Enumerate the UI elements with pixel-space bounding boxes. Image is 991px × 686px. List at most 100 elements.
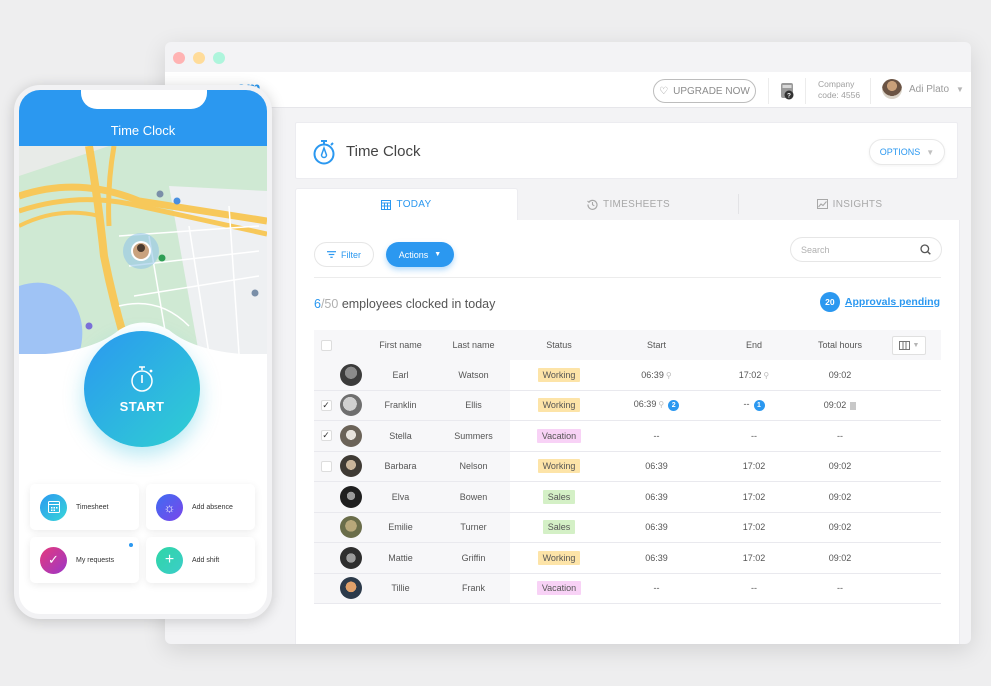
table-row[interactable]: ✓ Stella Summers Vacation -- -- -- (314, 421, 941, 452)
quick-action-add-shift[interactable]: + Add shift (146, 537, 255, 583)
tab-today[interactable]: TODAY (295, 188, 518, 220)
end-time: 17:02 (742, 461, 766, 472)
options-button[interactable]: OPTIONS ▼ (869, 139, 945, 165)
table-row[interactable]: Barbara Nelson Working 06:39 17:02 09:02 (314, 451, 941, 482)
column-picker-button[interactable]: ▼ (892, 335, 926, 355)
start-clock-button[interactable]: START (84, 331, 200, 447)
search-box[interactable] (790, 237, 942, 262)
tab-insights[interactable]: INSIGHTS (739, 188, 960, 220)
table-row[interactable]: ✓ Franklin Ellis Working 06:39 ⚲ 2 -- 1 09:02 (314, 390, 941, 421)
total-hours: 09:02 (823, 400, 847, 411)
search-input[interactable] (801, 244, 920, 255)
avatar (340, 577, 362, 600)
columns-icon (898, 340, 910, 350)
calendar-icon (40, 493, 67, 521)
total-hours: -- (837, 430, 843, 441)
quick-action-label: Timesheet (76, 503, 109, 511)
start-time: 06:39 (641, 369, 664, 380)
browser-window: am ♡ UPGRADE NOW ? Company code: 4556 Ad… (165, 42, 971, 644)
page-title-card: Time Clock OPTIONS ▼ (295, 122, 958, 179)
close-window-button[interactable] (173, 52, 185, 64)
quick-action-add-absence[interactable]: ☼ Add absence (146, 484, 255, 530)
location-pin-icon[interactable]: ⚲ (658, 400, 664, 409)
minimize-window-button[interactable] (193, 52, 205, 64)
table-row[interactable]: Tillie Frank Vacation -- -- -- (314, 573, 941, 604)
start-time: 06:39 (645, 491, 668, 502)
row-checkbox[interactable]: ✓ (320, 430, 332, 442)
last-name: Turner (460, 522, 487, 533)
end-time: -- (751, 583, 757, 594)
approvals-count-badge: 20 (819, 292, 840, 312)
first-name: Tillie (391, 583, 410, 594)
last-name: Ellis (465, 400, 482, 411)
table-row[interactable]: Emilie Turner Sales 06:39 17:02 09:02 (314, 512, 941, 543)
approvals-pending-link[interactable]: Approvals pending (845, 296, 940, 308)
end-notes-badge[interactable]: 1 (753, 400, 765, 412)
quick-action-label: Add shift (192, 556, 220, 564)
tab-timesheets[interactable]: TIMESHEETS (518, 188, 739, 220)
last-name: Frank (461, 583, 485, 594)
first-name: Mattie (388, 552, 413, 563)
row-checkbox[interactable]: ✓ (320, 399, 332, 411)
tab-bar: TODAY TIMESHEETS INSIGHTS (295, 188, 960, 220)
first-name: Stella (389, 430, 412, 441)
column-status[interactable]: Status (510, 340, 608, 350)
approvals-pending[interactable]: 20 Approvals pending (819, 292, 940, 312)
chevron-down-icon: ▼ (956, 84, 964, 94)
help-book-icon[interactable]: ? (780, 82, 794, 100)
tab-insights-label: INSIGHTS (832, 198, 883, 210)
quick-action-timesheet[interactable]: Timesheet (30, 484, 139, 530)
avatar (340, 424, 362, 447)
employee-total: /50 (320, 297, 339, 311)
start-notes-badge[interactable]: 2 (668, 400, 680, 412)
user-avatar (882, 79, 902, 99)
table-row[interactable]: Mattie Griffin Working 06:39 17:02 09:02 (314, 543, 941, 574)
caret-down-icon: ▼ (434, 251, 442, 258)
chevron-down-icon: ▼ (926, 147, 935, 157)
status-badge: Working (537, 367, 581, 382)
upgrade-now-label: UPGRADE NOW (673, 85, 750, 97)
total-hours: 09:02 (828, 369, 852, 380)
end-time: -- (751, 430, 757, 441)
calendar-icon (381, 199, 392, 210)
start-time: 06:39 (645, 522, 668, 533)
column-end[interactable]: End (705, 340, 803, 350)
status-badge: Vacation (536, 581, 582, 596)
start-label: START (119, 398, 165, 414)
toolbar-divider (314, 277, 941, 278)
clocked-in-text: employees clocked in today (338, 297, 496, 311)
document-icon[interactable] (850, 401, 857, 410)
actions-dropdown-button[interactable]: Actions ▼ (386, 242, 454, 267)
status-badge: Working (537, 550, 581, 565)
first-name: Franklin (384, 400, 417, 411)
quick-action-my-requests[interactable]: ✓ My requests (30, 537, 139, 583)
filter-button[interactable]: Filter (314, 242, 374, 267)
filter-label: Filter (341, 249, 361, 260)
select-all-checkbox[interactable] (320, 339, 332, 351)
location-pin-icon[interactable]: ⚲ (763, 371, 769, 380)
last-name: Bowen (459, 491, 488, 502)
start-time: -- (653, 583, 660, 594)
location-pin-icon[interactable]: ⚲ (666, 371, 672, 380)
avatar (340, 363, 362, 386)
table-row[interactable]: Elva Bowen Sales 06:39 17:02 09:02 (314, 482, 941, 513)
column-total-hours[interactable]: Total hours (803, 340, 877, 350)
table-row[interactable]: Earl Watson Working 06:39 ⚲ 17:02 ⚲ 09:02 (314, 360, 941, 391)
first-name: Earl (392, 369, 409, 380)
check-icon: ✓ (40, 546, 67, 574)
column-first-name[interactable]: First name (364, 340, 437, 350)
search-icon[interactable] (920, 244, 931, 255)
maximize-window-button[interactable] (213, 52, 225, 64)
user-menu[interactable]: Adi Plato ▼ (882, 79, 964, 99)
quick-action-label: My requests (76, 556, 115, 564)
row-checkbox[interactable] (320, 460, 332, 472)
phone-notch (81, 90, 207, 109)
start-time: 06:39 (645, 461, 668, 472)
end-time: -- (743, 399, 750, 410)
upgrade-now-button[interactable]: ♡ UPGRADE NOW (653, 79, 756, 103)
today-panel: Filter Actions ▼ 6/50 employees clocked … (295, 220, 960, 644)
column-last-name[interactable]: Last name (437, 340, 510, 350)
column-start[interactable]: Start (608, 340, 705, 350)
company-code: Company code: 4556 (818, 79, 860, 101)
tab-today-label: TODAY (396, 199, 432, 210)
